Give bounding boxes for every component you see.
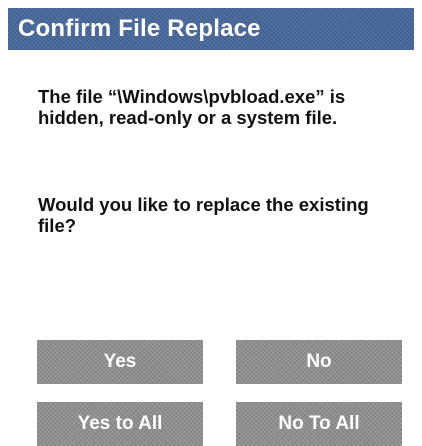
replace-question: Would you like to replace the existing f… xyxy=(38,194,369,236)
yes-to-all-button[interactable]: Yes to All xyxy=(37,402,203,446)
title-bar: Confirm File Replace xyxy=(8,8,414,50)
dialog-title: Confirm File Replace xyxy=(18,15,261,42)
no-button[interactable]: No xyxy=(236,340,402,384)
confirm-file-replace-dialog: Confirm File Replace The file “\Windows\… xyxy=(0,0,422,446)
yes-button[interactable]: Yes xyxy=(37,340,203,384)
no-to-all-button[interactable]: No To All xyxy=(236,402,402,446)
file-attribute-message: The file “\Windows\pvbload.exe” is hidde… xyxy=(38,86,346,128)
